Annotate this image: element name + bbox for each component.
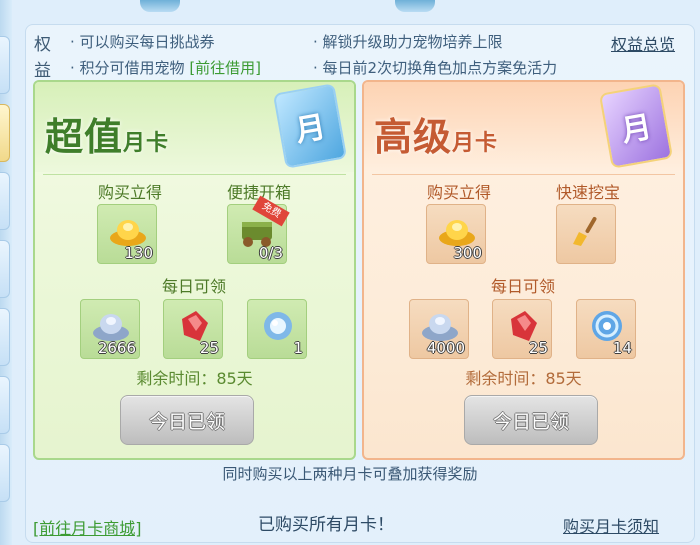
treasure-cart-item[interactable]: 免费 0/3: [227, 195, 290, 264]
card-title-sub: 月卡: [452, 130, 499, 156]
benefit-text: · 积分可借用宠物: [70, 59, 185, 77]
shovel-item[interactable]: [556, 204, 616, 264]
benefit-line: · 可以购买每日挑战券: [70, 33, 215, 51]
month-card-icon: 月: [272, 83, 348, 169]
card-title-sub: 月卡: [123, 130, 170, 156]
item-count: 0/3: [258, 244, 283, 262]
basic-month-card: 超值月卡 月 购买立得 便捷开箱 130 免费 0/3 每日可领 2666 25…: [33, 80, 356, 460]
claim-today-button[interactable]: 今日已领: [464, 395, 598, 445]
side-tab-5[interactable]: [0, 308, 10, 366]
side-tab-6[interactable]: [0, 376, 10, 434]
gold-ingot-item[interactable]: 130: [97, 204, 157, 264]
borrow-pet-link[interactable]: [前往借用]: [189, 59, 261, 77]
claim-today-button[interactable]: 今日已领: [120, 395, 254, 445]
remaining-time: 剩余时间：85天: [465, 369, 582, 388]
card-title: 高级月卡: [374, 106, 498, 161]
divider: [372, 174, 675, 175]
red-crystal-item[interactable]: 25: [492, 299, 552, 359]
daily-reward-label: 每日可领: [161, 277, 226, 296]
item-count: 25: [199, 339, 219, 357]
benefit-line: · 每日前2次切换角色加点方案免活力: [313, 59, 558, 77]
item-count: 25: [528, 339, 548, 357]
premium-month-card: 高级月卡 月 购买立得 快速挖宝 300 每日可领 4000 25 14 剩余时…: [362, 80, 685, 460]
benefits-title-top: 权: [34, 35, 51, 55]
item-count: 300: [453, 244, 482, 262]
silver-ingot-item[interactable]: 2666: [80, 299, 140, 359]
daily-reward-label: 每日可领: [490, 277, 555, 296]
purchase-notice-link[interactable]: 购买月卡须知: [563, 513, 659, 537]
gold-ingot-item[interactable]: 300: [426, 204, 486, 264]
red-crystal-item[interactable]: 25: [163, 299, 223, 359]
buy-reward-label: 购买立得: [97, 183, 162, 202]
item-count: 1: [293, 339, 303, 357]
side-tab-3[interactable]: [0, 172, 10, 230]
side-tab-1[interactable]: [0, 36, 10, 94]
benefits-title-bottom: 益: [34, 61, 51, 81]
side-tab-2-active[interactable]: [0, 104, 10, 162]
purchase-status: 已购买所有月卡！: [258, 515, 394, 535]
benefit-line: · 积分可借用宠物 [前往借用]: [70, 57, 261, 78]
benefit-line: · 解锁升级助力宠物培养上限: [313, 33, 503, 51]
month-card-shop-link[interactable]: [前往月卡商城]: [33, 515, 142, 539]
month-card-icon: 月: [598, 83, 674, 169]
divider: [43, 174, 346, 175]
buy-reward-label: 购买立得: [426, 183, 491, 202]
benefits-overview-link[interactable]: 权益总览: [611, 31, 675, 55]
remaining-time: 剩余时间：85天: [136, 369, 253, 388]
side-tab-4[interactable]: [0, 240, 10, 298]
scroll-ornament: [395, 0, 435, 12]
card-title: 超值月卡: [45, 106, 169, 161]
swirl-orb-item[interactable]: 14: [576, 299, 636, 359]
item-count: 4000: [426, 339, 465, 357]
item-count: 2666: [97, 339, 136, 357]
stacking-note: 同时购买以上两种月卡可叠加获得奖励: [222, 465, 478, 483]
magic-orb-item[interactable]: 1: [247, 299, 307, 359]
scroll-ornament: [140, 0, 180, 12]
card-title-main: 超值: [45, 114, 124, 159]
shovel-icon: [565, 211, 609, 251]
quick-dig-label: 快速挖宝: [555, 183, 620, 202]
item-count: 14: [612, 339, 632, 357]
card-title-main: 高级: [374, 114, 453, 159]
silver-ingot-item[interactable]: 4000: [409, 299, 469, 359]
item-count: 130: [124, 244, 153, 262]
